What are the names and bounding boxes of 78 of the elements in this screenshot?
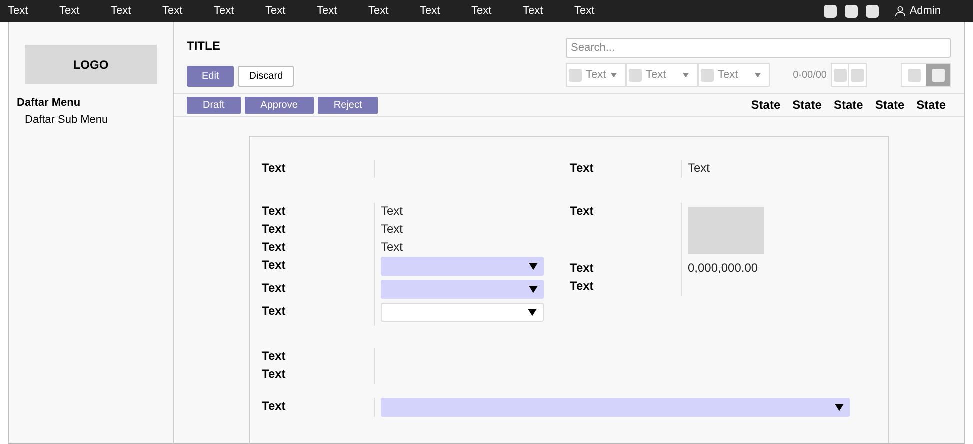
square-icon — [851, 68, 864, 82]
logo: LOGO — [25, 45, 157, 84]
square-icon — [629, 68, 642, 82]
sidebar-item[interactable]: Daftar Menu — [9, 95, 173, 112]
caret-icon — [755, 72, 761, 78]
state-label[interactable]: State — [916, 96, 946, 114]
field-label: Text — [262, 366, 286, 383]
menu-item[interactable]: Text — [472, 2, 523, 20]
field-label: Text — [262, 280, 286, 297]
field-label: Text — [262, 257, 286, 274]
state-label[interactable]: State — [875, 96, 905, 114]
user-icon — [894, 6, 906, 16]
filter-dropdown[interactable]: Text — [626, 63, 698, 87]
field-label: Text — [570, 278, 594, 295]
menu-item[interactable]: Text — [8, 2, 60, 20]
previous-button[interactable] — [832, 64, 849, 86]
caret-icon — [528, 308, 537, 316]
field-label: Text — [262, 398, 287, 415]
field-label: Text — [262, 203, 286, 220]
menu-item[interactable]: Text — [317, 2, 368, 20]
menu-item[interactable]: Text — [162, 2, 214, 20]
square-icon — [701, 68, 714, 82]
select-field[interactable] — [381, 257, 544, 276]
view-toggle[interactable] — [926, 64, 950, 86]
action-button[interactable]: Reject — [318, 96, 378, 114]
field-label: Text — [262, 239, 286, 256]
field-label: Text — [570, 260, 594, 277]
filter-dropdown[interactable]: Text — [566, 63, 626, 87]
menu-item[interactable]: Text — [523, 2, 574, 20]
select-field[interactable] — [381, 398, 850, 417]
sidebar-subitem[interactable]: Daftar Sub Menu — [9, 112, 173, 129]
state-label[interactable]: State — [751, 96, 781, 114]
square-icon[interactable] — [844, 4, 858, 18]
state-label[interactable]: State — [834, 96, 864, 114]
user-name[interactable]: Admin — [910, 2, 941, 20]
menu-item[interactable]: Text — [368, 2, 420, 20]
field-value: 0,000,000.00 — [688, 260, 758, 277]
square-icon — [932, 68, 944, 82]
square-icon[interactable] — [824, 4, 837, 18]
edit-button[interactable]: Edit — [187, 66, 234, 87]
page-title: TITLE — [187, 38, 222, 55]
filter-label: Text — [646, 68, 666, 83]
field-label: Text — [570, 160, 594, 177]
state-label[interactable]: State — [792, 96, 822, 114]
menu-item[interactable]: Text — [60, 2, 111, 20]
select-field[interactable] — [381, 280, 544, 299]
caret-icon — [529, 286, 538, 294]
filter-label: Text — [586, 68, 606, 83]
menu-item[interactable]: Text — [266, 2, 317, 20]
action-button[interactable]: Approve — [244, 96, 314, 114]
caret-icon — [611, 72, 617, 78]
field-label: Text — [262, 303, 286, 320]
filter-label: Text — [718, 68, 738, 83]
square-icon — [834, 68, 846, 82]
menu-item[interactable]: Text — [214, 2, 266, 20]
square-icon[interactable] — [866, 4, 879, 18]
discard-button[interactable]: Discard — [238, 66, 294, 87]
square-icon — [569, 68, 582, 82]
caret-icon — [683, 72, 689, 78]
menu-item[interactable]: Text — [574, 2, 626, 20]
field-label: Text — [570, 203, 594, 220]
field-value: Text — [381, 203, 404, 220]
field-label: Text — [262, 221, 286, 238]
field-value: Text — [688, 160, 710, 177]
field-value: Text — [381, 221, 404, 238]
field-label: Text — [262, 348, 286, 365]
menu-item[interactable]: Text — [111, 2, 162, 20]
filter-dropdown[interactable]: Text — [698, 63, 770, 87]
action-button[interactable]: Draft — [187, 96, 241, 114]
field-label: Text — [262, 160, 286, 177]
caret-icon — [529, 262, 538, 270]
select-field[interactable] — [381, 303, 544, 322]
pager-text: 0-00/00 — [793, 68, 827, 82]
caret-icon — [835, 404, 844, 412]
menu-item[interactable]: Text — [420, 2, 472, 20]
field-value: Text — [381, 239, 404, 256]
square-icon — [908, 68, 920, 82]
search-field[interactable]: Search... — [566, 38, 951, 58]
